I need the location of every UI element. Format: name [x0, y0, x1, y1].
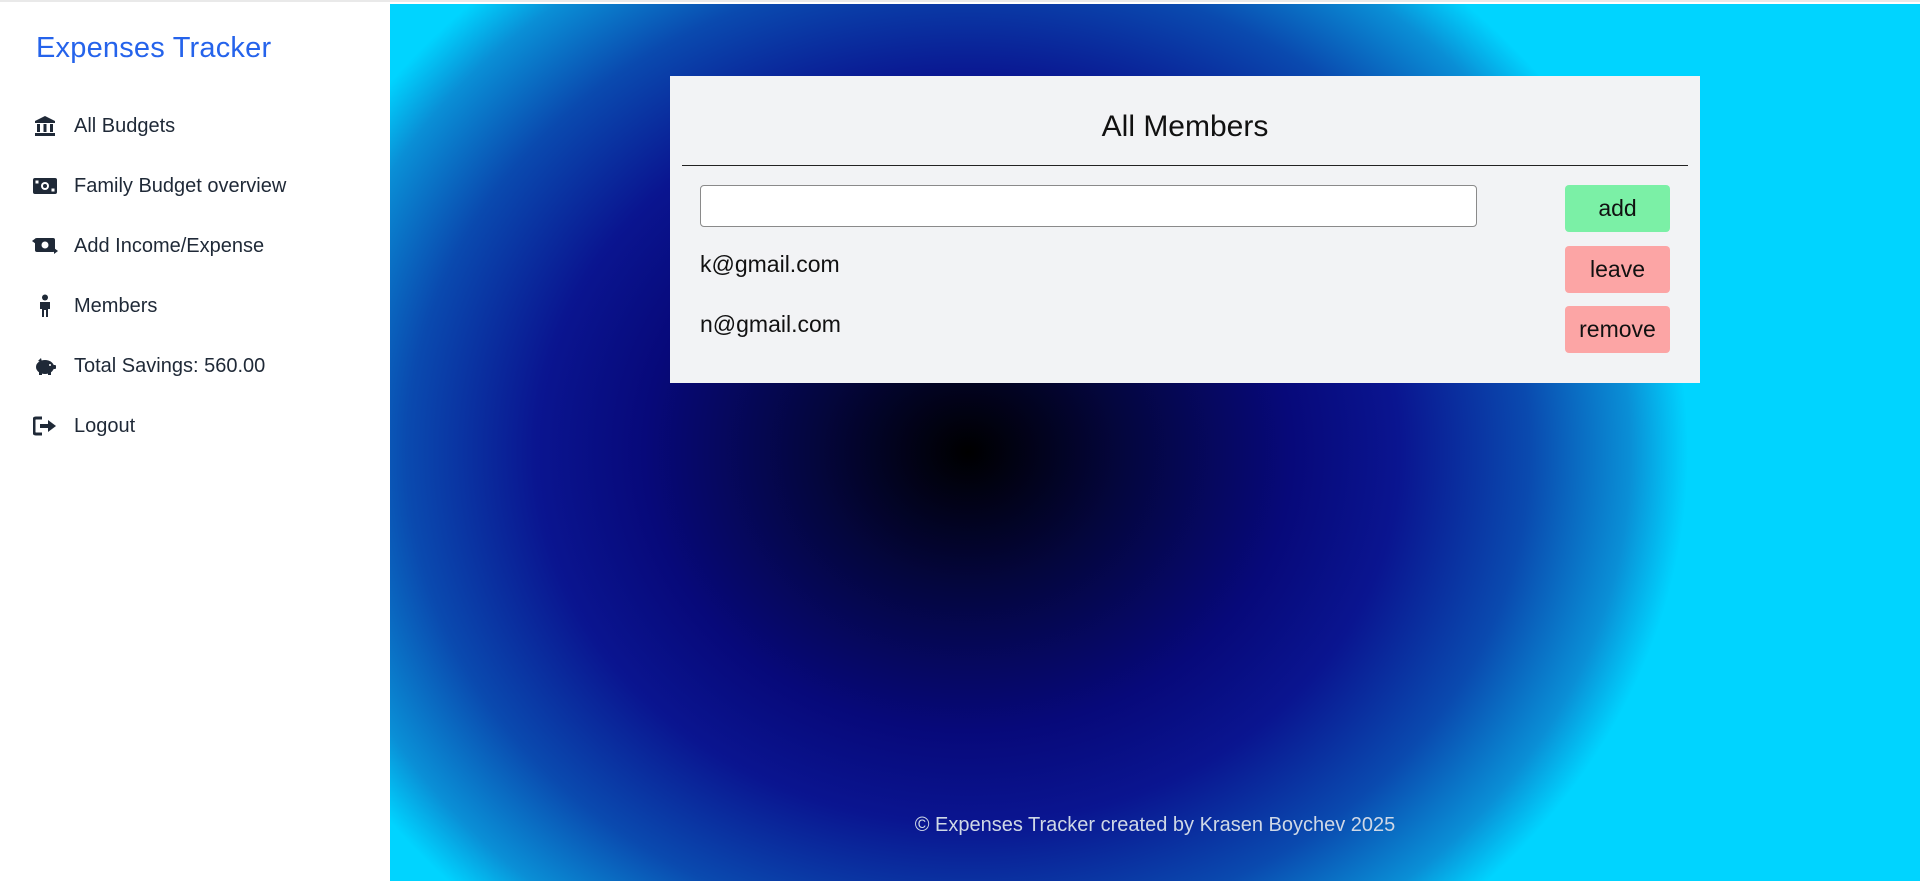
remove-member-button[interactable]: remove — [1565, 306, 1670, 353]
sidebar-item-all-budgets[interactable]: All Budgets — [0, 96, 390, 156]
sidebar-item-label: Add Income/Expense — [74, 234, 265, 257]
sidebar-item-label: Logout — [74, 414, 136, 437]
person-icon — [32, 293, 58, 319]
sidebar-item-add-income-expense[interactable]: Add Income/Expense — [0, 216, 390, 276]
add-member-button[interactable]: add — [1565, 185, 1670, 232]
money-bill-icon — [32, 173, 58, 199]
sidebar-item-logout[interactable]: Logout — [0, 396, 390, 456]
sidebar-item-members[interactable]: Members — [0, 276, 390, 336]
leave-button[interactable]: leave — [1565, 246, 1670, 293]
sidebar: Expenses Tracker All Budgets Family Budg… — [0, 4, 390, 881]
sidebar-item-family-budget[interactable]: Family Budget overview — [0, 156, 390, 216]
page-title: All Members — [1101, 110, 1269, 143]
members-card: All Members add k@gmail.com leave n@gmai… — [670, 76, 1700, 383]
divider — [682, 165, 1688, 166]
sidebar-item-label: Total Savings: 560.00 — [74, 354, 266, 377]
app-window: Expenses Tracker All Budgets Family Budg… — [0, 0, 1920, 881]
brand-title[interactable]: Expenses Tracker — [36, 32, 271, 65]
sidebar-item-total-savings[interactable]: Total Savings: 560.00 — [0, 336, 390, 396]
member-email: k@gmail.com — [700, 251, 840, 277]
main-content: All Members add k@gmail.com leave n@gmai… — [390, 4, 1920, 881]
footer-text: © Expenses Tracker created by Krasen Boy… — [914, 814, 1396, 836]
member-email-input[interactable] — [700, 185, 1477, 227]
sidebar-item-label: Family Budget overview — [74, 174, 287, 197]
sidebar-item-label: Members — [74, 294, 158, 317]
member-email: n@gmail.com — [700, 311, 841, 337]
logout-icon — [32, 413, 58, 439]
sidebar-nav: All Budgets Family Budget overview Add I… — [0, 96, 390, 456]
piggy-bank-icon — [32, 353, 58, 379]
bank-icon — [32, 113, 58, 139]
sidebar-item-label: All Budgets — [74, 114, 176, 137]
money-exchange-icon — [32, 233, 58, 259]
